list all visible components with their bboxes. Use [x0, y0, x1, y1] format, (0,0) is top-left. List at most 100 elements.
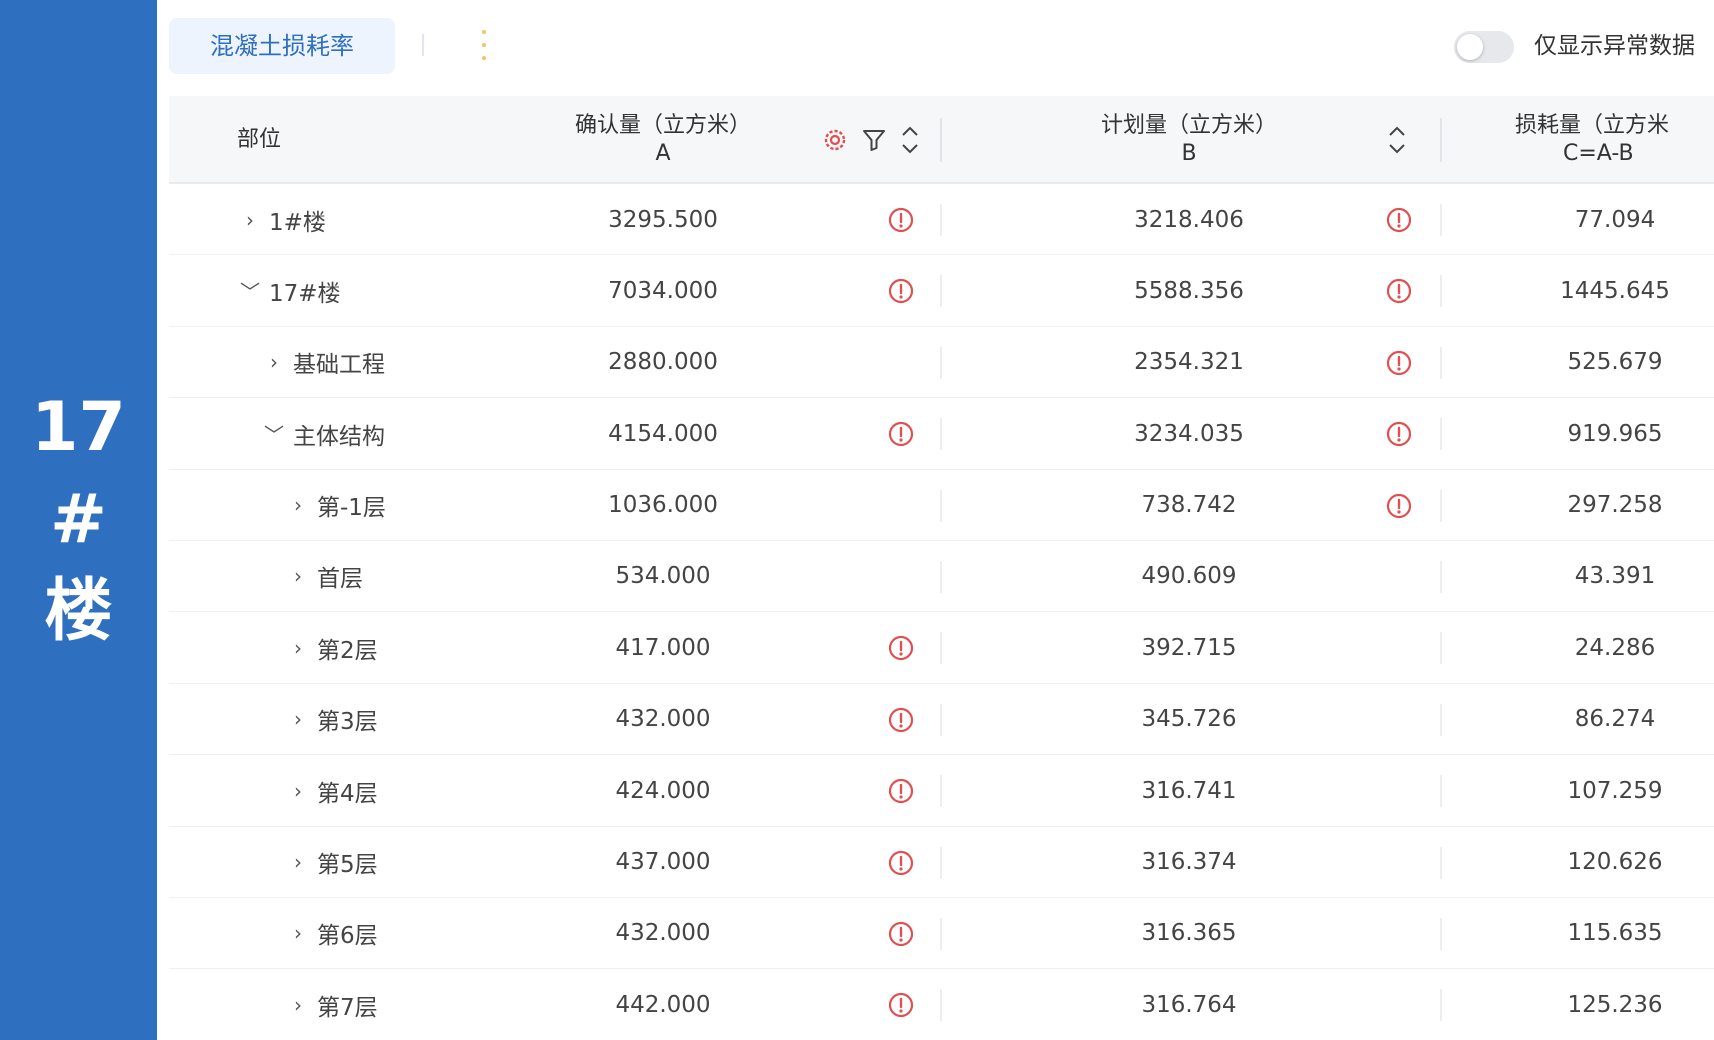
- warning-icon[interactable]: [887, 920, 915, 948]
- row-location-label: 1#楼: [269, 209, 326, 236]
- warning-icon[interactable]: [1385, 349, 1413, 377]
- chevron-right-icon[interactable]: ›: [285, 564, 311, 588]
- header-location-label: 部位: [237, 127, 282, 152]
- chevron-right-icon[interactable]: ›: [285, 993, 311, 1017]
- header-confirmed-line2: A: [655, 141, 671, 166]
- row-location-label: 基础工程: [293, 352, 385, 379]
- table-row[interactable]: ﹀ 主体结构 4154.000 3234.035 919.965: [169, 398, 1714, 470]
- row-location[interactable]: › 第7层: [285, 969, 378, 1040]
- row-confirmed-value: 417.000: [615, 634, 711, 661]
- sort-icon[interactable]: [1386, 123, 1408, 157]
- row-loss-value: 43.391: [1574, 563, 1656, 590]
- chevron-right-icon[interactable]: ›: [261, 350, 287, 374]
- column-separator: [1440, 846, 1442, 879]
- abnormal-only-toggle[interactable]: [1454, 31, 1514, 63]
- main-panel: 混凝土损耗率 仅显示异常数据 部位 确认量（立方米） A 计划量（立方米） B …: [169, 0, 1714, 1040]
- warning-icon[interactable]: [887, 634, 915, 662]
- column-separator: [1440, 204, 1442, 236]
- header-confirmed-line1: 确认量（立方米）: [574, 113, 751, 138]
- table-row[interactable]: ﹀ 17#楼 7034.000 5588.356 1445.645: [169, 255, 1714, 327]
- row-confirmed-value: 424.000: [615, 777, 711, 804]
- warning-icon[interactable]: [887, 849, 915, 877]
- column-separator: [1440, 560, 1442, 593]
- row-location[interactable]: › 第4层: [285, 755, 378, 826]
- row-location-label: 第4层: [317, 780, 378, 807]
- row-loss-value: 120.626: [1567, 849, 1663, 876]
- column-separator: [940, 346, 942, 379]
- settings-gear-icon[interactable]: [821, 126, 849, 154]
- row-location[interactable]: › 1#楼: [237, 184, 326, 255]
- banner-number: 17: [31, 388, 126, 467]
- row-planned-value: 738.742: [1141, 492, 1237, 519]
- table-row[interactable]: › 第5层 437.000 316.374 120.626: [169, 827, 1714, 898]
- header-planned-line1: 计划量（立方米）: [1100, 113, 1277, 138]
- row-location[interactable]: › 首层: [285, 541, 363, 612]
- table-row[interactable]: › 首层 534.000 490.609 43.391: [169, 541, 1714, 613]
- warning-icon[interactable]: [887, 777, 915, 805]
- warning-icon[interactable]: [887, 420, 915, 448]
- column-separator: [940, 846, 942, 879]
- warning-icon[interactable]: [1385, 277, 1413, 305]
- row-location-label: 第5层: [317, 852, 378, 879]
- table-row[interactable]: › 基础工程 2880.000 2354.321 525.679: [169, 327, 1714, 399]
- row-loss-value: 525.679: [1567, 349, 1663, 376]
- table-row[interactable]: › 第3层 432.000 345.726 86.274: [169, 684, 1714, 756]
- chevron-right-icon[interactable]: ›: [285, 636, 311, 660]
- warning-icon[interactable]: [1385, 492, 1413, 520]
- row-location-label: 主体结构: [293, 423, 385, 450]
- warning-icon[interactable]: [887, 991, 915, 1019]
- warning-icon[interactable]: [1385, 420, 1413, 448]
- toolbar-divider: [422, 34, 424, 56]
- sort-icon[interactable]: [899, 123, 921, 157]
- row-planned-value: 3234.035: [1134, 420, 1244, 447]
- chevron-right-icon[interactable]: ›: [285, 921, 311, 945]
- row-location-label: 首层: [317, 566, 363, 593]
- header-loss: 损耗量（立方米 C=A-B: [1515, 96, 1714, 184]
- planned-header-tools: [1386, 96, 1408, 184]
- warning-icon[interactable]: [887, 206, 915, 234]
- warning-icon[interactable]: [887, 706, 915, 734]
- table-row[interactable]: › 第-1层 1036.000 738.742 297.258: [169, 470, 1714, 541]
- chevron-right-icon[interactable]: ›: [285, 707, 311, 731]
- row-planned-value: 316.764: [1141, 991, 1237, 1018]
- header-confirmed: 确认量（立方米） A: [563, 96, 763, 184]
- table-row[interactable]: › 第7层 442.000 316.764 125.236: [169, 969, 1714, 1040]
- row-planned-value: 2354.321: [1134, 349, 1244, 376]
- filter-icon[interactable]: [861, 126, 887, 154]
- table-row[interactable]: › 第4层 424.000 316.741 107.259: [169, 755, 1714, 827]
- building-banner: 17 # 楼: [0, 0, 157, 1040]
- chevron-down-icon[interactable]: ﹀: [237, 276, 263, 305]
- chevron-right-icon[interactable]: ›: [285, 850, 311, 874]
- row-location[interactable]: ﹀ 主体结构: [261, 398, 385, 469]
- column-separator: [940, 560, 942, 593]
- column-separator: [940, 632, 942, 665]
- column-separator: [1440, 775, 1442, 808]
- chevron-right-icon[interactable]: ›: [237, 208, 263, 232]
- row-location[interactable]: › 基础工程: [261, 327, 385, 398]
- row-location-label: 第6层: [317, 923, 378, 950]
- chevron-right-icon[interactable]: ›: [285, 779, 311, 803]
- header-loss-line1: 损耗量（立方米: [1515, 113, 1670, 138]
- row-loss-value: 24.286: [1574, 634, 1656, 661]
- header-separator: [1440, 118, 1442, 162]
- row-location[interactable]: › 第6层: [285, 898, 378, 969]
- row-location[interactable]: ﹀ 17#楼: [237, 255, 341, 326]
- warning-icon[interactable]: [887, 277, 915, 305]
- row-location[interactable]: › 第3层: [285, 684, 378, 755]
- chevron-down-icon[interactable]: ﹀: [261, 419, 287, 448]
- more-options-icon[interactable]: [481, 30, 487, 60]
- row-planned-value: 316.374: [1141, 849, 1237, 876]
- header-location: 部位: [237, 96, 437, 184]
- column-separator: [1440, 989, 1442, 1022]
- table-row[interactable]: › 第2层 417.000 392.715 24.286: [169, 612, 1714, 684]
- row-location[interactable]: › 第5层: [285, 827, 378, 898]
- chevron-right-icon[interactable]: ›: [285, 493, 311, 517]
- table-row[interactable]: › 1#楼 3295.500 3218.406 77.094: [169, 184, 1714, 256]
- row-location[interactable]: › 第-1层: [285, 470, 386, 541]
- warning-icon[interactable]: [1385, 206, 1413, 234]
- column-separator: [940, 275, 942, 308]
- table-row[interactable]: › 第6层 432.000 316.365 115.635: [169, 898, 1714, 970]
- row-location[interactable]: › 第2层: [285, 612, 378, 683]
- tab-concrete-loss-rate[interactable]: 混凝土损耗率: [169, 18, 395, 74]
- toolbar: 混凝土损耗率 仅显示异常数据: [169, 0, 1714, 96]
